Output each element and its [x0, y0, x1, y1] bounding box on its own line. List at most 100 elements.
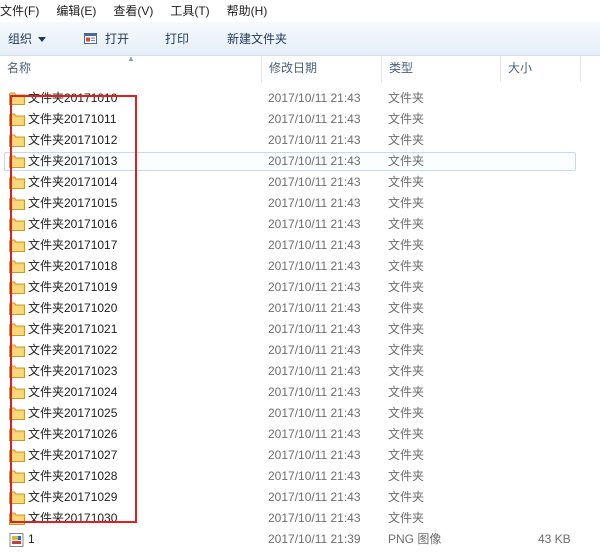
file-date-modified: 2017/10/11 21:43: [268, 322, 361, 336]
file-name: 文件夹20171018: [28, 259, 118, 273]
column-header-date-modified[interactable]: 修改日期: [262, 56, 382, 82]
file-row[interactable]: 文件夹20171020 2017/10/11 21:43 文件夹: [0, 298, 600, 319]
folder-icon: [9, 491, 25, 504]
file-type: 文件夹: [388, 448, 425, 462]
file-date-modified: 2017/10/11 21:43: [268, 301, 361, 315]
file-row[interactable]: 文件夹20171030 2017/10/11 21:43 文件夹: [0, 508, 600, 529]
chevron-down-icon: [38, 36, 47, 42]
file-date-modified: 2017/10/11 21:43: [268, 364, 361, 378]
file-row[interactable]: 文件夹20171024 2017/10/11 21:43 文件夹: [0, 382, 600, 403]
menu-edit[interactable]: 编辑(E): [56, 0, 104, 22]
file-type: 文件夹: [388, 280, 425, 294]
open-button[interactable]: 打开: [76, 22, 137, 55]
file-name: 文件夹20171017: [28, 238, 118, 252]
file-row[interactable]: 文件夹20171017 2017/10/11 21:43 文件夹: [0, 235, 600, 256]
file-type: 文件夹: [388, 385, 425, 399]
folder-icon: [9, 449, 25, 462]
print-button[interactable]: 打印: [157, 22, 197, 55]
file-type: 文件夹: [388, 112, 425, 126]
file-name: 文件夹20171023: [28, 364, 118, 378]
menu-view[interactable]: 查看(V): [113, 0, 161, 22]
folder-icon: [9, 512, 25, 525]
column-size-label: 大小: [508, 61, 533, 75]
column-header-size[interactable]: 大小: [501, 56, 581, 82]
new-folder-button[interactable]: 新建文件夹: [219, 22, 295, 55]
command-bar: 组织 打开 打印 新建文件夹: [0, 22, 600, 56]
file-row[interactable]: 文件夹20171013 2017/10/11 21:43 文件夹: [0, 151, 600, 172]
open-label: 打开: [105, 32, 130, 46]
file-row[interactable]: 文件夹20171018 2017/10/11 21:43 文件夹: [0, 256, 600, 277]
file-date-modified: 2017/10/11 21:43: [268, 490, 361, 504]
file-row[interactable]: 文件夹20171026 2017/10/11 21:43 文件夹: [0, 424, 600, 445]
sort-ascending-icon: ▲: [127, 54, 135, 63]
file-row[interactable]: 文件夹20171016 2017/10/11 21:43 文件夹: [0, 214, 600, 235]
file-type: 文件夹: [388, 175, 425, 189]
column-header-row: ▲ 名称 修改日期 类型 大小: [0, 54, 600, 82]
file-row[interactable]: 文件夹20171012 2017/10/11 21:43 文件夹: [0, 130, 600, 151]
folder-icon: [9, 155, 25, 168]
file-name: 文件夹20171014: [28, 175, 118, 189]
file-row[interactable]: 文件夹20171011 2017/10/11 21:43 文件夹: [0, 109, 600, 130]
file-row[interactable]: 文件夹20171023 2017/10/11 21:43 文件夹: [0, 361, 600, 382]
file-name: 文件夹20171022: [28, 343, 118, 357]
file-type: 文件夹: [388, 91, 425, 105]
file-type: 文件夹: [388, 406, 425, 420]
file-date-modified: 2017/10/11 21:43: [268, 280, 361, 294]
file-name: 文件夹20171027: [28, 448, 118, 462]
folder-icon: [9, 281, 25, 294]
folder-icon: [9, 428, 25, 441]
menu-bar: 文件(F) 编辑(E) 查看(V) 工具(T) 帮助(H): [0, 0, 600, 22]
file-name: 文件夹20171010: [28, 91, 118, 105]
folder-icon: [9, 134, 25, 147]
file-date-modified: 2017/10/11 21:43: [268, 448, 361, 462]
folder-icon: [9, 470, 25, 483]
file-type: 文件夹: [388, 301, 425, 315]
file-name: 文件夹20171029: [28, 490, 118, 504]
menu-tools[interactable]: 工具(T): [170, 0, 217, 22]
file-row[interactable]: 文件夹20171029 2017/10/11 21:43 文件夹: [0, 487, 600, 508]
menu-help[interactable]: 帮助(H): [227, 0, 276, 22]
file-date-modified: 2017/10/11 21:43: [268, 196, 361, 210]
file-name: 文件夹20171025: [28, 406, 118, 420]
file-type: 文件夹: [388, 469, 425, 483]
menu-file[interactable]: 文件(F): [0, 0, 47, 22]
file-name: 文件夹20171028: [28, 469, 118, 483]
organize-label: 组织: [8, 32, 33, 46]
folder-icon: [9, 365, 25, 378]
file-name: 文件夹20171015: [28, 196, 118, 210]
file-name: 文件夹20171012: [28, 133, 118, 147]
png-image-icon: [9, 533, 25, 547]
file-row[interactable]: 文件夹20171015 2017/10/11 21:43 文件夹: [0, 193, 600, 214]
file-name: 文件夹20171011: [28, 112, 117, 126]
file-type: 文件夹: [388, 427, 425, 441]
file-type: 文件夹: [388, 322, 425, 336]
file-row[interactable]: 文件夹20171021 2017/10/11 21:43 文件夹: [0, 319, 600, 340]
file-date-modified: 2017/10/11 21:43: [268, 511, 361, 525]
file-row[interactable]: 文件夹20171019 2017/10/11 21:43 文件夹: [0, 277, 600, 298]
column-header-type[interactable]: 类型: [382, 56, 501, 82]
folder-icon: [9, 302, 25, 315]
file-type: 文件夹: [388, 196, 425, 210]
column-header-name[interactable]: ▲ 名称: [0, 54, 262, 82]
file-type: 文件夹: [388, 154, 425, 168]
file-type: 文件夹: [388, 217, 425, 231]
file-type: 文件夹: [388, 511, 425, 525]
folder-icon: [9, 92, 25, 105]
file-row[interactable]: 文件夹20171010 2017/10/11 21:43 文件夹: [0, 88, 600, 109]
column-type-label: 类型: [389, 61, 414, 75]
folder-icon: [9, 176, 25, 189]
file-row[interactable]: 文件夹20171028 2017/10/11 21:43 文件夹: [0, 466, 600, 487]
file-name: 文件夹20171030: [28, 511, 118, 525]
file-row[interactable]: 文件夹20171025 2017/10/11 21:43 文件夹: [0, 403, 600, 424]
file-type: 文件夹: [388, 133, 425, 147]
file-row[interactable]: 文件夹20171022 2017/10/11 21:43 文件夹: [0, 340, 600, 361]
file-date-modified: 2017/10/11 21:43: [268, 91, 361, 105]
file-type: 文件夹: [388, 259, 425, 273]
file-date-modified: 2017/10/11 21:43: [268, 112, 361, 126]
file-date-modified: 2017/10/11 21:43: [268, 217, 361, 231]
file-row[interactable]: 文件夹20171014 2017/10/11 21:43 文件夹: [0, 172, 600, 193]
file-name: 文件夹20171026: [28, 427, 118, 441]
organize-button[interactable]: 组织: [0, 22, 54, 55]
file-date-modified: 2017/10/11 21:43: [268, 175, 361, 189]
file-row[interactable]: 文件夹20171027 2017/10/11 21:43 文件夹: [0, 445, 600, 466]
